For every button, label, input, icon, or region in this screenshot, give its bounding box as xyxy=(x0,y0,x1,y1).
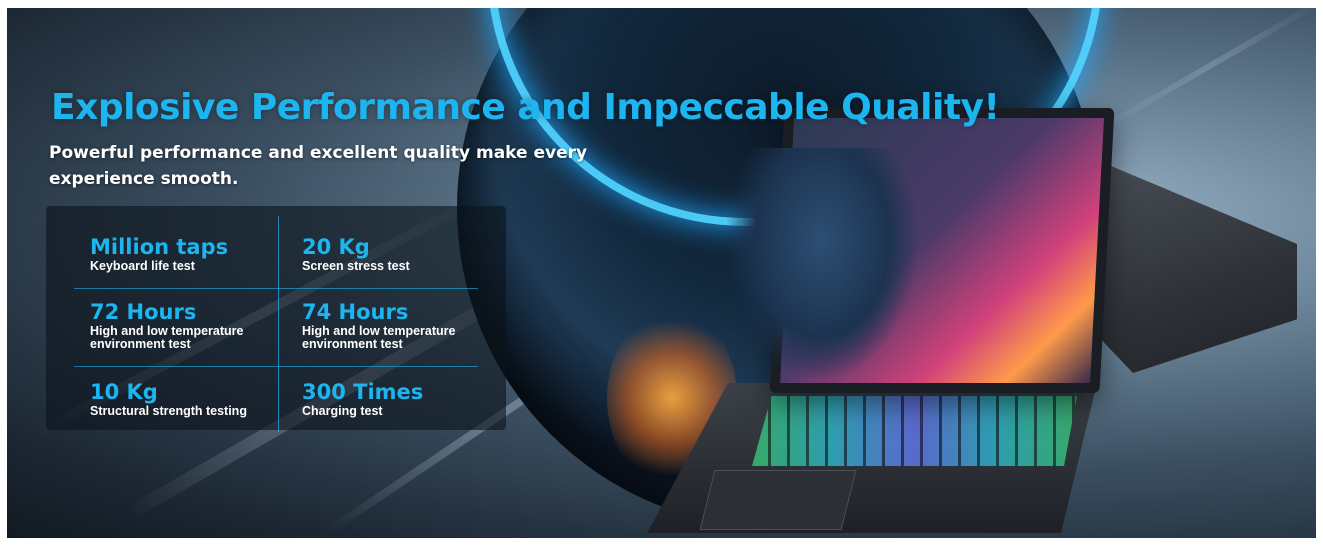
stat-label: High and low temperature environment tes… xyxy=(90,324,244,351)
stat-value: 10 Kg xyxy=(90,380,158,404)
stat-value: 300 Times xyxy=(302,380,424,404)
stats-panel: Million taps Keyboard life test 20 Kg Sc… xyxy=(46,206,506,432)
stat-label: Structural strength testing xyxy=(90,404,247,418)
stat-label: High and low temperature environment tes… xyxy=(302,324,456,351)
stat-keyboard-life: Million taps Keyboard life test xyxy=(90,234,290,273)
stat-value: 72 Hours xyxy=(90,300,197,324)
stat-value: Million taps xyxy=(90,235,229,259)
rgb-keyboard-image xyxy=(752,396,1077,466)
stats-divider-horizontal xyxy=(74,288,478,289)
stat-structural-strength: 10 Kg Structural strength testing xyxy=(90,379,290,418)
light-streak xyxy=(1095,8,1316,134)
headline: Explosive Performance and Impeccable Qua… xyxy=(51,87,1000,128)
stat-label: Screen stress test xyxy=(302,259,410,273)
stat-temperature-72h: 72 Hours High and low temperature enviro… xyxy=(90,299,290,351)
stat-value: 20 Kg xyxy=(302,235,370,259)
stat-screen-stress: 20 Kg Screen stress test xyxy=(302,234,502,273)
stat-temperature-74h: 74 Hours High and low temperature enviro… xyxy=(302,299,502,351)
stats-grid: Million taps Keyboard life test 20 Kg Sc… xyxy=(74,216,478,432)
secondary-laptop-image xyxy=(1092,158,1297,373)
touchpad-image xyxy=(699,470,857,530)
stats-divider-horizontal xyxy=(74,366,478,367)
stat-label: Charging test xyxy=(302,404,383,418)
stat-label: Keyboard life test xyxy=(90,259,195,273)
subheadline: Powerful performance and excellent quali… xyxy=(49,143,588,189)
ninja-character-image xyxy=(727,148,917,378)
stat-value: 74 Hours xyxy=(302,300,409,324)
stat-charging: 300 Times Charging test xyxy=(302,379,502,418)
